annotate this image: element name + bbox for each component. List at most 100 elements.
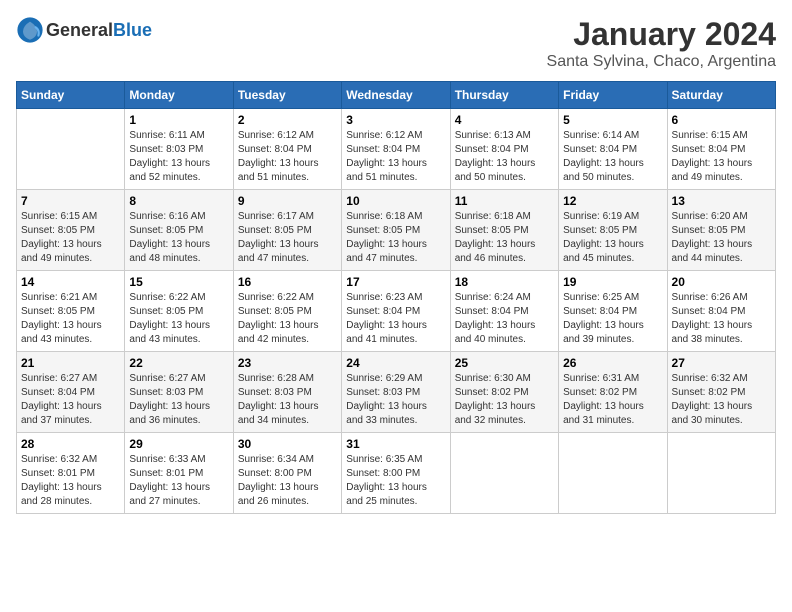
day-number: 14 [21,275,120,289]
day-number: 21 [21,356,120,370]
day-number: 8 [129,194,228,208]
day-number: 24 [346,356,445,370]
calendar-day-cell [559,433,667,514]
day-number: 20 [672,275,771,289]
day-number: 13 [672,194,771,208]
day-info: Sunrise: 6:26 AM Sunset: 8:04 PM Dayligh… [672,291,771,347]
calendar-day-cell: 23 Sunrise: 6:28 AM Sunset: 8:03 PM Dayli… [233,352,341,433]
calendar-day-cell: 24 Sunrise: 6:29 AM Sunset: 8:03 PM Dayli… [342,352,450,433]
day-info: Sunrise: 6:33 AM Sunset: 8:01 PM Dayligh… [129,453,228,509]
calendar-header-cell: Saturday [667,82,775,109]
calendar-day-cell: 31 Sunrise: 6:35 AM Sunset: 8:00 PM Dayli… [342,433,450,514]
day-info: Sunrise: 6:32 AM Sunset: 8:01 PM Dayligh… [21,453,120,509]
header: GeneralBlue January 2024 Santa Sylvina, … [16,16,776,71]
day-info: Sunrise: 6:31 AM Sunset: 8:02 PM Dayligh… [563,372,662,428]
day-info: Sunrise: 6:12 AM Sunset: 8:04 PM Dayligh… [346,129,445,185]
logo-icon [16,16,44,44]
calendar-day-cell: 17 Sunrise: 6:23 AM Sunset: 8:04 PM Dayli… [342,271,450,352]
calendar-day-cell: 26 Sunrise: 6:31 AM Sunset: 8:02 PM Dayli… [559,352,667,433]
calendar-day-cell: 19Sunrise: 6:25 AM Sunset: 8:04 PM Dayli… [559,271,667,352]
day-info: Sunrise: 6:14 AM Sunset: 8:04 PM Dayligh… [563,129,662,185]
day-number: 4 [455,113,554,127]
calendar-week-row: 14 Sunrise: 6:21 AM Sunset: 8:05 PM Dayli… [17,271,776,352]
day-info: Sunrise: 6:19 AM Sunset: 8:05 PM Dayligh… [563,210,662,266]
calendar-day-cell: 15 Sunrise: 6:22 AM Sunset: 8:05 PM Dayli… [125,271,233,352]
calendar-day-cell: 5 Sunrise: 6:14 AM Sunset: 8:04 PM Daylig… [559,109,667,190]
calendar-day-cell: 1 Sunrise: 6:11 AM Sunset: 8:03 PM Daylig… [125,109,233,190]
day-info: Sunrise: 6:18 AM Sunset: 8:05 PM Dayligh… [346,210,445,266]
day-info: Sunrise: 6:22 AM Sunset: 8:05 PM Dayligh… [238,291,337,347]
day-number: 30 [238,437,337,451]
day-number: 2 [238,113,337,127]
calendar-day-cell: 8Sunrise: 6:16 AM Sunset: 8:05 PM Daylig… [125,190,233,271]
day-info: Sunrise: 6:21 AM Sunset: 8:05 PM Dayligh… [21,291,120,347]
calendar-day-cell: 28 Sunrise: 6:32 AM Sunset: 8:01 PM Dayli… [17,433,125,514]
day-number: 9 [238,194,337,208]
main-title: January 2024 [547,16,776,53]
day-info: Sunrise: 6:24 AM Sunset: 8:04 PM Dayligh… [455,291,554,347]
calendar-day-cell: 7 Sunrise: 6:15 AM Sunset: 8:05 PM Daylig… [17,190,125,271]
day-number: 7 [21,194,120,208]
day-info: Sunrise: 6:32 AM Sunset: 8:02 PM Dayligh… [672,372,771,428]
title-area: January 2024 Santa Sylvina, Chaco, Argen… [547,16,776,71]
calendar-header: SundayMondayTuesdayWednesdayThursdayFrid… [17,82,776,109]
day-info: Sunrise: 6:22 AM Sunset: 8:05 PM Dayligh… [129,291,228,347]
day-info: Sunrise: 6:11 AM Sunset: 8:03 PM Dayligh… [129,129,228,185]
calendar-day-cell: 16 Sunrise: 6:22 AM Sunset: 8:05 PM Dayli… [233,271,341,352]
calendar-week-row: 21 Sunrise: 6:27 AM Sunset: 8:04 PM Dayli… [17,352,776,433]
calendar-day-cell: 27 Sunrise: 6:32 AM Sunset: 8:02 PM Dayli… [667,352,775,433]
day-number: 29 [129,437,228,451]
day-info: Sunrise: 6:15 AM Sunset: 8:05 PM Dayligh… [21,210,120,266]
calendar-table: SundayMondayTuesdayWednesdayThursdayFrid… [16,81,776,514]
calendar-day-cell [450,433,558,514]
calendar-day-cell: 13Sunrise: 6:20 AM Sunset: 8:05 PM Dayli… [667,190,775,271]
day-number: 18 [455,275,554,289]
calendar-day-cell: 25Sunrise: 6:30 AM Sunset: 8:02 PM Dayli… [450,352,558,433]
day-number: 28 [21,437,120,451]
day-number: 23 [238,356,337,370]
calendar-header-cell: Wednesday [342,82,450,109]
calendar-day-cell [667,433,775,514]
logo: GeneralBlue [16,16,152,44]
day-number: 1 [129,113,228,127]
calendar-day-cell: 2 Sunrise: 6:12 AM Sunset: 8:04 PM Daylig… [233,109,341,190]
calendar-day-cell: 4 Sunrise: 6:13 AM Sunset: 8:04 PM Daylig… [450,109,558,190]
calendar-day-cell: 12Sunrise: 6:19 AM Sunset: 8:05 PM Dayli… [559,190,667,271]
day-info: Sunrise: 6:28 AM Sunset: 8:03 PM Dayligh… [238,372,337,428]
calendar-day-cell: 22 Sunrise: 6:27 AM Sunset: 8:03 PM Dayli… [125,352,233,433]
day-number: 5 [563,113,662,127]
day-number: 15 [129,275,228,289]
day-number: 31 [346,437,445,451]
calendar-day-cell [17,109,125,190]
day-number: 16 [238,275,337,289]
day-info: Sunrise: 6:30 AM Sunset: 8:02 PM Dayligh… [455,372,554,428]
day-info: Sunrise: 6:18 AM Sunset: 8:05 PM Dayligh… [455,210,554,266]
calendar-day-cell: 3Sunrise: 6:12 AM Sunset: 8:04 PM Daylig… [342,109,450,190]
calendar-day-cell: 9 Sunrise: 6:17 AM Sunset: 8:05 PM Daylig… [233,190,341,271]
day-number: 17 [346,275,445,289]
day-info: Sunrise: 6:23 AM Sunset: 8:04 PM Dayligh… [346,291,445,347]
day-info: Sunrise: 6:34 AM Sunset: 8:00 PM Dayligh… [238,453,337,509]
logo-text: GeneralBlue [46,23,152,40]
calendar-day-cell: 20 Sunrise: 6:26 AM Sunset: 8:04 PM Dayli… [667,271,775,352]
day-info: Sunrise: 6:35 AM Sunset: 8:00 PM Dayligh… [346,453,445,509]
calendar-day-cell: 11Sunrise: 6:18 AM Sunset: 8:05 PM Dayli… [450,190,558,271]
day-info: Sunrise: 6:27 AM Sunset: 8:03 PM Dayligh… [129,372,228,428]
day-info: Sunrise: 6:12 AM Sunset: 8:04 PM Dayligh… [238,129,337,185]
day-info: Sunrise: 6:27 AM Sunset: 8:04 PM Dayligh… [21,372,120,428]
day-info: Sunrise: 6:15 AM Sunset: 8:04 PM Dayligh… [672,129,771,185]
calendar-day-cell: 14 Sunrise: 6:21 AM Sunset: 8:05 PM Dayli… [17,271,125,352]
day-number: 6 [672,113,771,127]
day-info: Sunrise: 6:17 AM Sunset: 8:05 PM Dayligh… [238,210,337,266]
calendar-header-cell: Friday [559,82,667,109]
calendar-header-cell: Thursday [450,82,558,109]
calendar-day-cell: 10Sunrise: 6:18 AM Sunset: 8:05 PM Dayli… [342,190,450,271]
day-number: 26 [563,356,662,370]
calendar-header-cell: Sunday [17,82,125,109]
day-number: 27 [672,356,771,370]
calendar-week-row: 7 Sunrise: 6:15 AM Sunset: 8:05 PM Daylig… [17,190,776,271]
day-info: Sunrise: 6:13 AM Sunset: 8:04 PM Dayligh… [455,129,554,185]
day-info: Sunrise: 6:29 AM Sunset: 8:03 PM Dayligh… [346,372,445,428]
day-info: Sunrise: 6:25 AM Sunset: 8:04 PM Dayligh… [563,291,662,347]
day-number: 22 [129,356,228,370]
